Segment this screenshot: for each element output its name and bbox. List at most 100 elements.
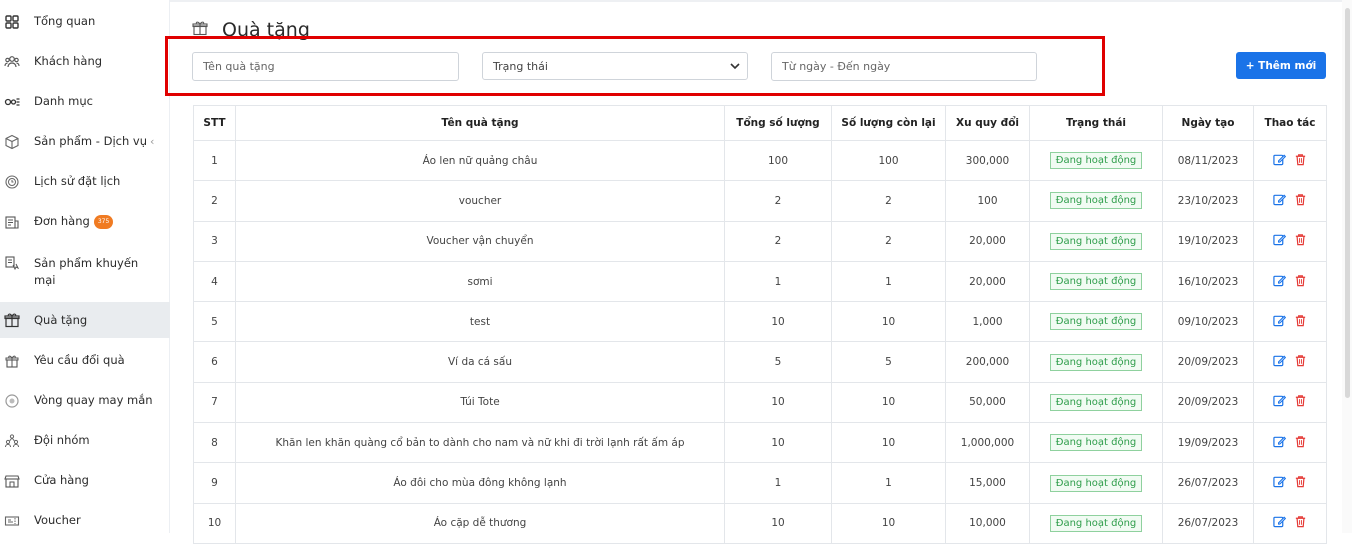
edit-icon[interactable] bbox=[1273, 193, 1287, 209]
row-actions bbox=[1253, 260, 1327, 303]
row-actions bbox=[1253, 341, 1327, 383]
store-icon bbox=[4, 473, 20, 489]
column-header[interactable]: Trạng thái bbox=[1029, 105, 1163, 141]
row-actions bbox=[1253, 422, 1327, 464]
row-actions bbox=[1253, 220, 1327, 262]
row-total-quantity: 2 bbox=[724, 220, 832, 262]
scrollbar-thumb[interactable] bbox=[1345, 8, 1350, 398]
row-total-quantity: 1 bbox=[724, 462, 832, 504]
row-total-quantity: 10 bbox=[724, 422, 832, 464]
column-header[interactable]: STT bbox=[193, 105, 236, 141]
sidebar-item-category[interactable]: Danh mục bbox=[0, 92, 170, 112]
sidebar-item-gifts[interactable]: Quà tặng bbox=[0, 302, 170, 338]
sidebar-item-orders[interactable]: Đơn hàng 375 bbox=[0, 212, 170, 232]
row-gift-name: sơmi bbox=[235, 260, 725, 303]
row-stt: 2 bbox=[193, 180, 236, 222]
row-actions bbox=[1253, 381, 1327, 424]
row-created-date: 26/07/2023 bbox=[1162, 502, 1254, 544]
row-actions bbox=[1253, 180, 1327, 222]
row-status-cell: Đang hoạt động bbox=[1029, 220, 1163, 262]
sidebar-item-label: Danh mục bbox=[34, 94, 93, 108]
row-created-date: 19/10/2023 bbox=[1162, 220, 1254, 262]
sidebar-item-overview[interactable]: Tổng quan bbox=[0, 12, 170, 32]
scrollbar[interactable] bbox=[1342, 0, 1352, 533]
row-created-date: 26/07/2023 bbox=[1162, 462, 1254, 504]
row-created-date: 09/10/2023 bbox=[1162, 301, 1254, 343]
table-row: 1 Áo len nữ quảng châu 100 100 300,000 Đ… bbox=[193, 139, 1327, 182]
row-gift-name: voucher bbox=[235, 180, 725, 222]
row-created-date: 19/09/2023 bbox=[1162, 422, 1254, 464]
row-remaining-quantity: 2 bbox=[831, 220, 946, 262]
status-badge: Đang hoạt động bbox=[1049, 353, 1143, 371]
row-remaining-quantity: 5 bbox=[831, 341, 946, 383]
row-status-cell: Đang hoạt động bbox=[1029, 260, 1163, 303]
status-badge: Đang hoạt động bbox=[1049, 192, 1143, 210]
table-header-row: STT Tên quà tặng Tổng số lượng Số lượng … bbox=[193, 105, 1327, 141]
sidebar-item-lucky-wheel[interactable]: Vòng quay may mắn bbox=[0, 391, 170, 411]
delete-icon[interactable] bbox=[1294, 153, 1307, 169]
delete-icon[interactable] bbox=[1294, 475, 1307, 491]
row-xu: 10,000 bbox=[945, 502, 1030, 544]
row-remaining-quantity: 2 bbox=[831, 180, 946, 222]
table-row: 5 test 10 10 1,000 Đang hoạt động 09/10/… bbox=[193, 301, 1327, 343]
edit-icon[interactable] bbox=[1273, 394, 1287, 410]
table-row: 10 Áo cặp dễ thương 10 10 10,000 Đang ho… bbox=[193, 502, 1327, 544]
delete-icon[interactable] bbox=[1294, 354, 1307, 370]
column-header[interactable]: Ngày tạo bbox=[1162, 105, 1254, 141]
edit-icon[interactable] bbox=[1273, 233, 1287, 249]
row-remaining-quantity: 10 bbox=[831, 381, 946, 424]
column-header[interactable]: Xu quy đổi bbox=[945, 105, 1030, 141]
table-row: 3 Voucher vận chuyển 2 2 20,000 Đang hoạ… bbox=[193, 220, 1327, 262]
top-divider bbox=[170, 0, 1352, 2]
edit-icon[interactable] bbox=[1273, 515, 1287, 531]
delete-icon[interactable] bbox=[1294, 274, 1307, 290]
row-created-date: 20/09/2023 bbox=[1162, 341, 1254, 383]
status-badge: Đang hoạt động bbox=[1049, 474, 1143, 492]
edit-icon[interactable] bbox=[1273, 314, 1287, 330]
delete-icon[interactable] bbox=[1294, 515, 1307, 531]
sidebar-item-products[interactable]: Sản phẩm - Dịch vụ ‹ bbox=[0, 132, 170, 152]
row-status-cell: Đang hoạt động bbox=[1029, 180, 1163, 222]
column-header[interactable]: Số lượng còn lại bbox=[831, 105, 946, 141]
row-xu: 100 bbox=[945, 180, 1030, 222]
edit-icon[interactable] bbox=[1273, 435, 1287, 451]
delete-icon[interactable] bbox=[1294, 314, 1307, 330]
row-status-cell: Đang hoạt động bbox=[1029, 341, 1163, 383]
delete-icon[interactable] bbox=[1294, 435, 1307, 451]
delete-icon[interactable] bbox=[1294, 394, 1307, 410]
order-icon bbox=[4, 214, 20, 230]
edit-icon[interactable] bbox=[1273, 274, 1287, 290]
row-actions bbox=[1253, 462, 1327, 504]
row-status-cell: Đang hoạt động bbox=[1029, 462, 1163, 504]
sidebar-item-label: Đội nhóm bbox=[34, 433, 90, 447]
row-remaining-quantity: 10 bbox=[831, 422, 946, 464]
row-created-date: 23/10/2023 bbox=[1162, 180, 1254, 222]
sidebar-item-gift-requests[interactable]: Yêu cầu đổi quà bbox=[0, 351, 170, 371]
sidebar-item-voucher[interactable]: Voucher bbox=[0, 511, 170, 531]
edit-icon[interactable] bbox=[1273, 354, 1287, 370]
voucher-icon bbox=[4, 513, 20, 529]
sidebar-item-promotions[interactable]: Sản phẩm khuyến mại bbox=[0, 254, 170, 290]
delete-icon[interactable] bbox=[1294, 233, 1307, 249]
row-total-quantity: 5 bbox=[724, 341, 832, 383]
wheel-icon bbox=[4, 393, 20, 409]
add-new-button[interactable]: + Thêm mới bbox=[1236, 52, 1326, 79]
row-xu: 20,000 bbox=[945, 260, 1030, 303]
delete-icon[interactable] bbox=[1294, 193, 1307, 209]
column-header[interactable]: Tên quà tặng bbox=[235, 105, 725, 141]
row-total-quantity: 2 bbox=[724, 180, 832, 222]
column-header[interactable]: Tổng số lượng bbox=[724, 105, 832, 141]
sidebar-item-store[interactable]: Cửa hàng bbox=[0, 471, 170, 491]
row-created-date: 20/09/2023 bbox=[1162, 381, 1254, 424]
sidebar-item-booking-history[interactable]: Lịch sử đặt lịch bbox=[0, 172, 170, 192]
table-row: 4 sơmi 1 1 20,000 Đang hoạt động 16/10/2… bbox=[193, 260, 1327, 303]
sidebar-item-customers[interactable]: Khách hàng bbox=[0, 52, 170, 72]
sidebar-item-team[interactable]: Đội nhóm bbox=[0, 431, 170, 451]
edit-icon[interactable] bbox=[1273, 153, 1287, 169]
row-stt: 10 bbox=[193, 502, 236, 544]
edit-icon[interactable] bbox=[1273, 475, 1287, 491]
row-stt: 8 bbox=[193, 422, 236, 464]
row-gift-name: test bbox=[235, 301, 725, 343]
chevron-left-icon: ‹ bbox=[150, 135, 155, 148]
sidebar-item-label: Đơn hàng 375 bbox=[34, 213, 114, 230]
